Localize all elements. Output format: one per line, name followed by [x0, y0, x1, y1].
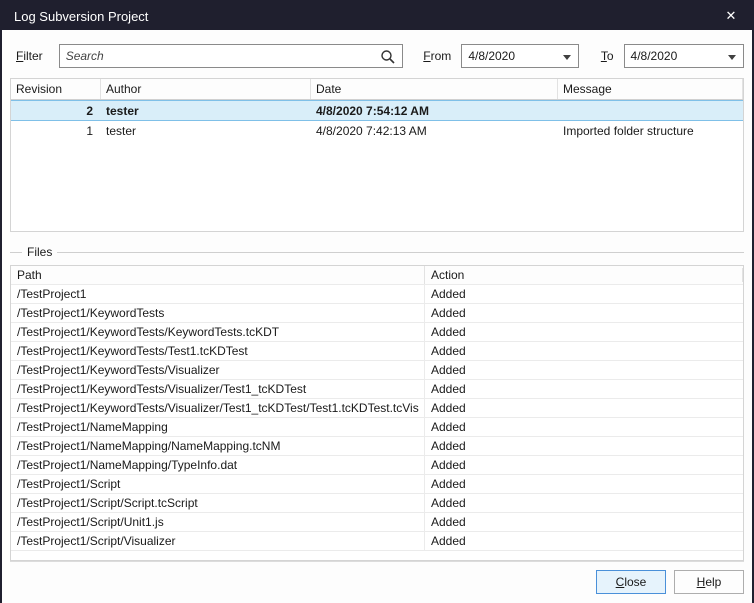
action-cell: Added: [425, 477, 743, 491]
file-row[interactable]: /TestProject1/NameMapping/NameMapping.tc…: [11, 437, 743, 456]
column-header-author[interactable]: Author: [101, 79, 311, 99]
path-cell: /TestProject1/KeywordTests/KeywordTests.…: [11, 323, 425, 341]
file-row[interactable]: /TestProject1/KeywordTests/Visualizer Ad…: [11, 361, 743, 380]
close-icon: ✕: [726, 8, 737, 24]
action-cell: Added: [425, 496, 743, 510]
help-button-label: Help: [697, 575, 722, 589]
file-row[interactable]: /TestProject1/KeywordTests/Visualizer/Te…: [11, 380, 743, 399]
path-cell: /TestProject1/Script: [11, 475, 425, 493]
action-cell: Added: [425, 325, 743, 339]
path-cell: /TestProject1/KeywordTests/Test1.tcKDTes…: [11, 342, 425, 360]
file-row[interactable]: /TestProject1/Script/Script.tcScript Add…: [11, 494, 743, 513]
close-window-button[interactable]: ✕: [710, 2, 752, 30]
file-row[interactable]: /TestProject1/KeywordTests/KeywordTests.…: [11, 323, 743, 342]
to-date-value: 4/8/2020: [631, 49, 678, 63]
action-cell: Added: [425, 515, 743, 529]
path-cell: /TestProject1/NameMapping/TypeInfo.dat: [11, 456, 425, 474]
column-header-date[interactable]: Date: [311, 79, 558, 99]
footer: Close Help: [10, 561, 744, 603]
column-header-action[interactable]: Action: [425, 268, 743, 282]
action-cell: Added: [425, 287, 743, 301]
column-header-revision[interactable]: Revision: [11, 79, 101, 99]
action-cell: Added: [425, 382, 743, 396]
revision-row[interactable]: 1 tester 4/8/2020 7:42:13 AM Imported fo…: [11, 121, 743, 141]
date-cell: 4/8/2020 7:54:12 AM: [311, 104, 558, 118]
chevron-down-icon: [728, 55, 736, 60]
path-cell: /TestProject1: [11, 285, 425, 303]
revisions-header: Revision Author Date Message: [11, 79, 743, 100]
path-cell: /TestProject1/KeywordTests: [11, 304, 425, 322]
from-date-combobox[interactable]: 4/8/2020: [461, 44, 579, 68]
action-cell: Added: [425, 363, 743, 377]
path-cell: /TestProject1/KeywordTests/Visualizer/Te…: [11, 399, 425, 417]
window-title: Log Subversion Project: [14, 9, 148, 24]
path-cell: /TestProject1/Script/Visualizer: [11, 532, 425, 550]
revision-row-selected[interactable]: 2 tester 4/8/2020 7:54:12 AM: [11, 100, 743, 121]
titlebar: Log Subversion Project ✕: [2, 2, 752, 30]
files-group: Files Path Action /TestProject1 Added /T…: [10, 252, 744, 561]
filter-row: Filter From 4/8/2020 To 4/8/2020: [16, 44, 744, 68]
author-cell: tester: [101, 104, 311, 118]
file-row[interactable]: /TestProject1 Added: [11, 285, 743, 304]
search-icon[interactable]: [380, 49, 396, 65]
author-cell: tester: [101, 124, 311, 138]
revision-cell: 1: [11, 124, 101, 138]
message-cell: Imported folder structure: [558, 124, 743, 138]
files-table: Path Action /TestProject1 Added /TestPro…: [10, 265, 744, 561]
from-date-value: 4/8/2020: [468, 49, 515, 63]
filter-label: Filter: [16, 49, 43, 63]
path-cell: /TestProject1/NameMapping: [11, 418, 425, 436]
column-header-message[interactable]: Message: [558, 79, 743, 99]
chevron-down-icon: [563, 55, 571, 60]
action-cell: Added: [425, 401, 743, 415]
file-row[interactable]: /TestProject1/NameMapping/TypeInfo.dat A…: [11, 456, 743, 475]
revision-cell: 2: [11, 104, 101, 118]
path-cell: /TestProject1/Script/Unit1.js: [11, 513, 425, 531]
action-cell: Added: [425, 458, 743, 472]
path-cell: /TestProject1/NameMapping/NameMapping.tc…: [11, 437, 425, 455]
action-cell: Added: [425, 306, 743, 320]
file-row[interactable]: /TestProject1/Script/Unit1.js Added: [11, 513, 743, 532]
to-label: To: [601, 49, 614, 63]
path-cell: /TestProject1/Script/Script.tcScript: [11, 494, 425, 512]
file-row[interactable]: /TestProject1/KeywordTests/Visualizer/Te…: [11, 399, 743, 418]
path-cell: /TestProject1/KeywordTests/Visualizer/Te…: [11, 380, 425, 398]
action-cell: Added: [425, 534, 743, 548]
log-subversion-dialog: Log Subversion Project ✕ Filter From 4/8…: [0, 0, 754, 603]
file-row[interactable]: /TestProject1/KeywordTests/Test1.tcKDTes…: [11, 342, 743, 361]
close-button-label: Close: [616, 575, 647, 589]
search-box: [59, 44, 404, 68]
help-button[interactable]: Help: [674, 570, 744, 594]
action-cell: Added: [425, 420, 743, 434]
to-date-combobox[interactable]: 4/8/2020: [624, 44, 744, 68]
file-row[interactable]: /TestProject1/NameMapping Added: [11, 418, 743, 437]
from-label: From: [423, 49, 451, 63]
close-button[interactable]: Close: [596, 570, 666, 594]
column-header-path[interactable]: Path: [11, 266, 425, 284]
path-cell: /TestProject1/KeywordTests/Visualizer: [11, 361, 425, 379]
revisions-table: Revision Author Date Message 2 tester 4/…: [10, 78, 744, 232]
file-row[interactable]: /TestProject1/Script/Visualizer Added: [11, 532, 743, 551]
action-cell: Added: [425, 439, 743, 453]
file-row[interactable]: /TestProject1/Script Added: [11, 475, 743, 494]
dialog-content: Filter From 4/8/2020 To 4/8/2020: [2, 30, 752, 603]
action-cell: Added: [425, 344, 743, 358]
files-group-label: Files: [22, 245, 57, 259]
search-input[interactable]: [66, 45, 377, 67]
files-header: Path Action: [11, 266, 743, 285]
date-cell: 4/8/2020 7:42:13 AM: [311, 124, 558, 138]
file-row[interactable]: /TestProject1/KeywordTests Added: [11, 304, 743, 323]
